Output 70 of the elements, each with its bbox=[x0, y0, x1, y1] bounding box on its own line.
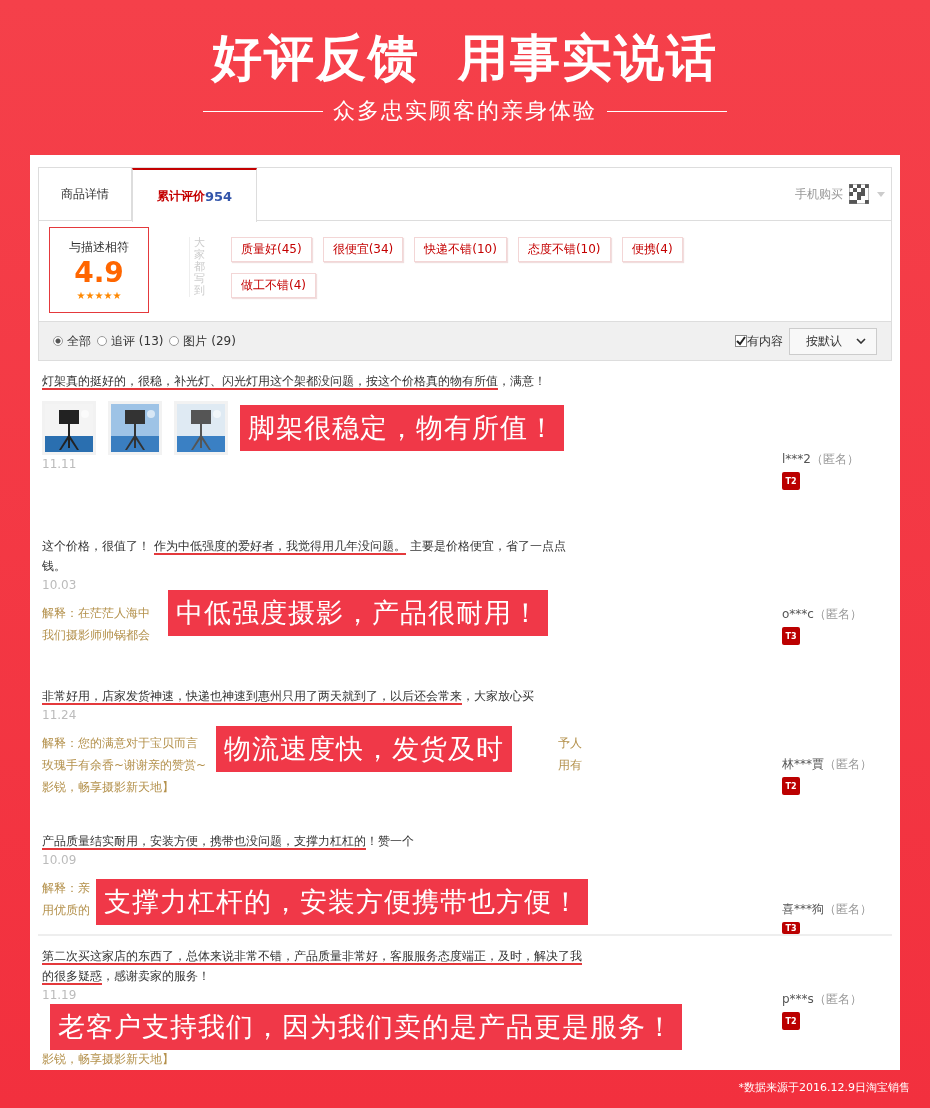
review-tag[interactable]: 快递不错(10) bbox=[414, 237, 507, 262]
rating-score: 4.9 bbox=[74, 256, 124, 290]
review-date: 10.03 bbox=[42, 578, 77, 592]
page-subtitle: 众多忠实顾客的亲身体验 bbox=[333, 97, 597, 125]
review-date: 11.19 bbox=[42, 988, 77, 1002]
star-icon: ★ bbox=[85, 290, 95, 301]
level-badge: T2 bbox=[782, 472, 800, 490]
level-badge: T3 bbox=[782, 922, 800, 934]
star-icon: ★ bbox=[76, 290, 86, 301]
highlight-banner: 老客户支持我们，因为我们卖的是产品更是服务！ bbox=[50, 1004, 682, 1050]
level-badge: T3 bbox=[782, 627, 800, 645]
review-text: 产品质量结实耐用，安装方便，携带也没问题，支撑力杠杠的！赞一个 bbox=[42, 833, 415, 851]
filter-label[interactable]: 图片 (29) bbox=[183, 332, 236, 350]
anonymous-label: （匿名） bbox=[813, 992, 862, 1006]
radio-button[interactable] bbox=[53, 336, 63, 346]
seller-reply-text: 影锐，畅享摄影新天地】 bbox=[42, 779, 174, 796]
seller-reply-text: 予人 bbox=[558, 735, 582, 752]
qr-code-icon bbox=[849, 184, 869, 204]
review-tag[interactable]: 做工不错(4) bbox=[231, 273, 316, 298]
star-icon: ★ bbox=[112, 290, 122, 301]
caret-icon bbox=[877, 191, 885, 197]
review-text: 这个价格，很值了！ 作为中低强度的爱好者，我觉得用几年没问题。 主要是价格便宜，省了一点点钱。 bbox=[42, 538, 567, 575]
checkbox-label[interactable]: 有内容 bbox=[747, 332, 783, 350]
checkbox[interactable] bbox=[735, 335, 747, 347]
page-title: 好评反馈 用事实说话 bbox=[211, 28, 719, 88]
review-text: 第二次买这家店的东西了，总体来说非常不错，产品质量非常好，客服服务态度端正，及时，解决了我的很多疑惑，感谢卖家的服务！ bbox=[42, 948, 582, 986]
username: l***2 bbox=[782, 452, 811, 466]
highlight-banner: 中低强度摄影，产品很耐用！ bbox=[168, 590, 548, 636]
review-tag[interactable]: 很便宜(34) bbox=[322, 237, 404, 262]
review-text: 非常好用，店家发货神速，快递也神速到惠州只用了两天就到了，以后还会常来，大家放心买 bbox=[42, 688, 535, 706]
anonymous-label: （匿名） bbox=[810, 452, 859, 466]
username: p***s bbox=[782, 992, 814, 1006]
footnote: *数据来源于2016.12.9日淘宝销售 bbox=[737, 1080, 910, 1095]
level-badge: T2 bbox=[782, 777, 800, 795]
username: 林***賈 bbox=[782, 757, 824, 771]
chevron-down-icon bbox=[856, 338, 866, 344]
highlight-banner: 脚架很稳定，物有所值！ bbox=[240, 405, 564, 451]
seller-reply-text: 我们摄影师帅锅都会 bbox=[42, 627, 150, 644]
anonymous-label: （匿名） bbox=[824, 757, 872, 771]
seller-reply-text: 解释：亲 bbox=[42, 880, 90, 897]
review-tag[interactable]: 态度不错(10) bbox=[517, 237, 611, 262]
seller-reply-text: 用有 bbox=[558, 757, 582, 774]
review-text: 灯架真的挺好的，很稳，补光灯、闪光灯用这个架都没问题，按这个价格真的物有所值，满意！ bbox=[42, 373, 547, 391]
seller-reply-text: 影锐，畅享摄影新天地】 bbox=[42, 1051, 174, 1068]
radio-button[interactable] bbox=[169, 336, 180, 346]
seller-reply-text: 解释：您的满意对于宝贝而言 bbox=[42, 735, 198, 752]
star-icon: ★ bbox=[103, 290, 113, 301]
seller-reply-text: 解释：在茫茫人海中 bbox=[42, 605, 150, 622]
seller-reply-text: 用优质的 bbox=[42, 902, 90, 919]
seller-reply-text: 玫瑰手有余香~谢谢亲的赞赏~ bbox=[42, 757, 207, 774]
rating-label: 与描述相符 bbox=[69, 239, 129, 256]
tab[interactable]: 累计评价954 bbox=[132, 168, 258, 222]
review-date: 11.11 bbox=[42, 457, 77, 471]
checkmark-icon bbox=[736, 336, 746, 346]
anonymous-label: （匿名） bbox=[824, 902, 872, 916]
review-date: 10.09 bbox=[42, 853, 77, 867]
review-tag[interactable]: 便携(4) bbox=[621, 237, 683, 262]
highlight-banner: 物流速度快，发货及时 bbox=[216, 726, 512, 772]
review-tag[interactable]: 质量好(45) bbox=[231, 237, 312, 262]
highlight-banner: 支撑力杠杆的，安装方便携带也方便！ bbox=[96, 879, 588, 925]
username: o***c bbox=[782, 607, 814, 621]
review-date: 11.24 bbox=[42, 708, 77, 722]
radio-button[interactable] bbox=[97, 336, 107, 346]
username: 喜***狗 bbox=[782, 902, 824, 916]
level-badge: T2 bbox=[782, 1012, 800, 1030]
anonymous-label: （匿名） bbox=[813, 607, 862, 621]
filter-label[interactable]: 全部 bbox=[67, 332, 91, 350]
sort-dropdown[interactable]: 按默认 bbox=[789, 327, 877, 355]
star-icon: ★ bbox=[94, 290, 104, 301]
filter-label[interactable]: 追评 (13) bbox=[111, 332, 164, 350]
